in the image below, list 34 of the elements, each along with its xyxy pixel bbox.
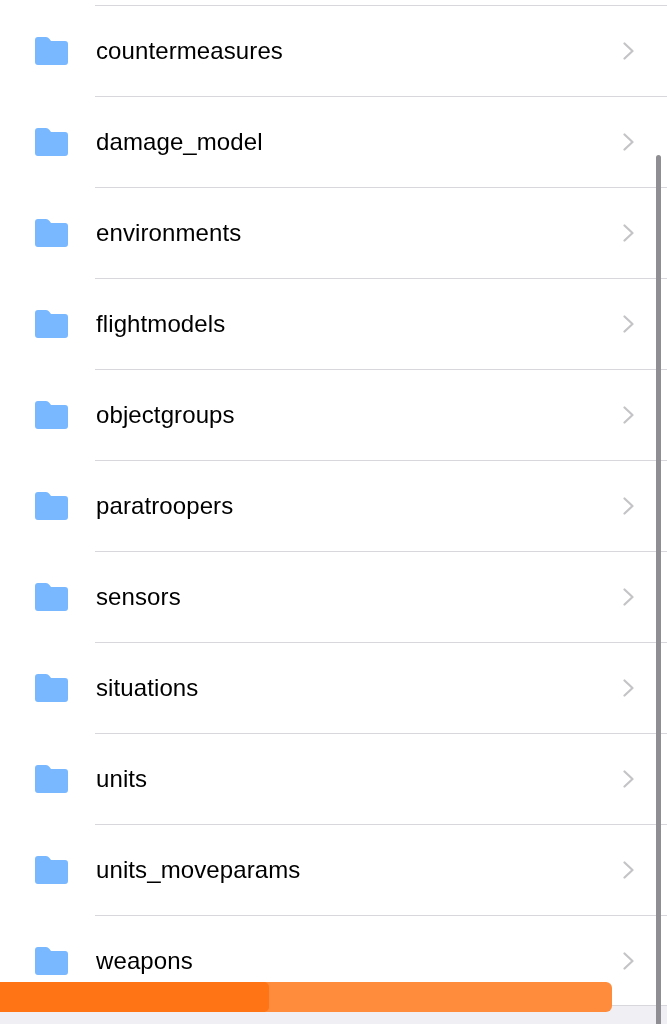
folder-name[interactable]: sensors bbox=[96, 582, 181, 612]
folder-name[interactable]: objectgroups bbox=[96, 400, 235, 430]
chevron-icon bbox=[623, 406, 634, 424]
folder-icon bbox=[35, 947, 68, 975]
folder-icon bbox=[35, 128, 68, 156]
chevron-icon bbox=[623, 588, 634, 606]
chevron-icon bbox=[623, 224, 634, 242]
folder-icon bbox=[35, 674, 68, 702]
chevron-icon bbox=[623, 861, 634, 879]
folder-name[interactable]: paratroopers bbox=[96, 491, 234, 521]
folder-name[interactable]: damage_model bbox=[96, 127, 263, 157]
folder-icon bbox=[35, 765, 68, 793]
folder-name[interactable]: environments bbox=[96, 218, 242, 248]
chevron-icon bbox=[623, 497, 634, 515]
folder-name[interactable]: situations bbox=[96, 673, 199, 703]
chevron-icon bbox=[623, 133, 634, 151]
folder-icon bbox=[35, 219, 68, 247]
chevron-icon bbox=[623, 951, 634, 970]
folder-icon bbox=[35, 401, 68, 429]
folder-icon bbox=[35, 583, 68, 611]
folder-name[interactable]: weapons bbox=[96, 945, 193, 976]
chevron-icon bbox=[623, 679, 634, 697]
folder-icon bbox=[35, 37, 68, 65]
folder-name[interactable]: countermeasures bbox=[96, 36, 283, 66]
folder-icon bbox=[35, 310, 68, 338]
folder-name[interactable]: units_moveparams bbox=[96, 855, 301, 885]
chevron-icon bbox=[623, 315, 634, 333]
folder-name[interactable]: units bbox=[96, 764, 148, 794]
folder-icon bbox=[35, 492, 68, 520]
folder-name[interactable]: flightmodels bbox=[96, 309, 226, 339]
scrollbar[interactable] bbox=[656, 155, 661, 1024]
chevron-icon bbox=[623, 770, 634, 788]
folder-icon bbox=[35, 856, 68, 884]
chevron-icon bbox=[623, 42, 634, 60]
